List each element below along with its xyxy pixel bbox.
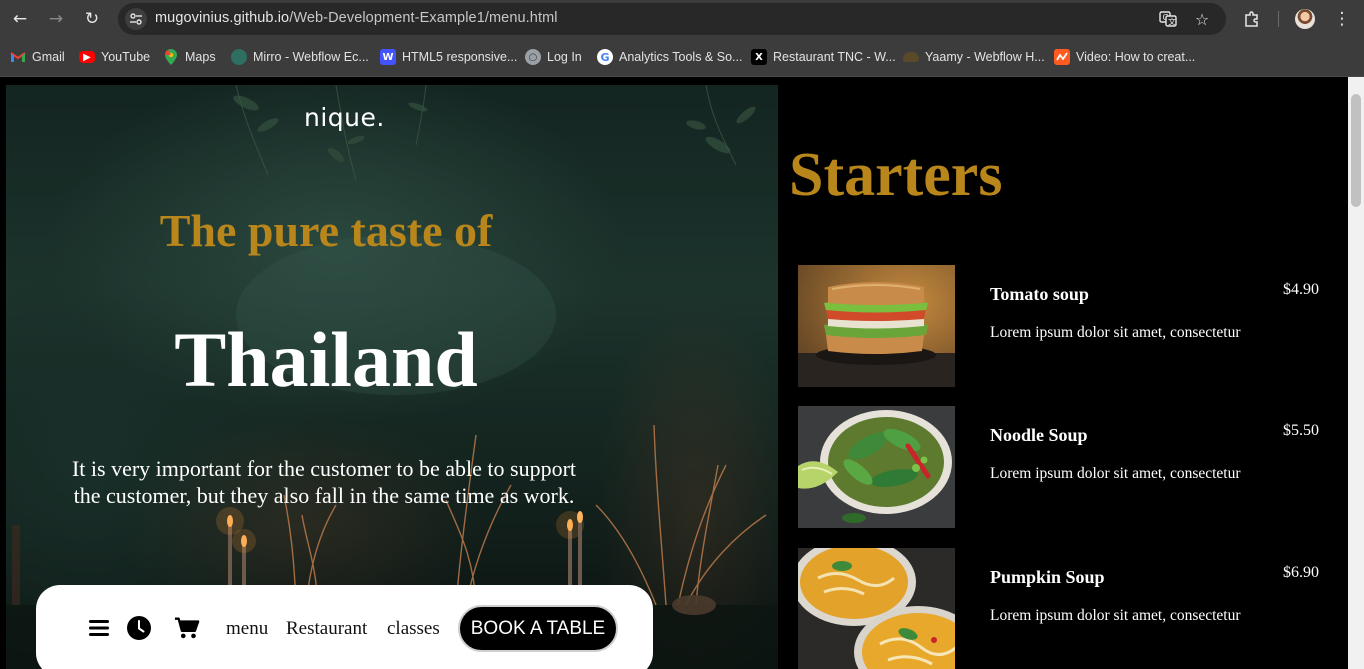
page-scrollbar[interactable]	[1348, 77, 1364, 669]
google-icon: G	[597, 49, 613, 65]
bookmark-youtube[interactable]: ▶ YouTube	[79, 47, 150, 67]
bottom-navbar: menu Restaurant classes BOOK A TABLE	[36, 585, 653, 669]
site-settings-icon[interactable]	[125, 8, 147, 30]
menu-section-heading: Starters	[789, 141, 1003, 209]
bookmark-label: Log In	[547, 50, 582, 64]
dish-name: Noodle Soup	[990, 425, 1088, 445]
bookmark-label: Video: How to creat...	[1076, 50, 1196, 64]
profile-avatar[interactable]	[1295, 9, 1315, 29]
dish-price: $6.90	[1283, 564, 1319, 581]
x-icon: X	[751, 49, 767, 65]
hamburger-menu-icon[interactable]	[86, 615, 112, 641]
url-path: /Web-Development-Example1/menu.html	[289, 10, 558, 26]
forward-arrow-icon[interactable]: →	[44, 7, 68, 31]
page-viewport: nique. The pure taste of Thailand It is …	[0, 77, 1348, 669]
bookmark-login[interactable]: ○ Log In	[525, 47, 582, 67]
video-icon	[1054, 49, 1070, 65]
hero-subtitle: The pure taste of	[159, 205, 493, 256]
bookmark-mirro[interactable]: Mirro - Webflow Ec...	[231, 47, 369, 67]
dish-name: Pumpkin Soup	[990, 567, 1105, 587]
menu-item[interactable]: Pumpkin Soup $6.90 Lorem ipsum dolor sit…	[798, 548, 1328, 669]
yaamy-icon	[903, 52, 919, 62]
nav-link-restaurant[interactable]: Restaurant	[286, 618, 367, 640]
dish-description: Lorem ipsum dolor sit amet, consectetur	[990, 324, 1241, 341]
menu-item[interactable]: Tomato soup $4.90 Lorem ipsum dolor sit …	[798, 265, 1328, 387]
youtube-icon: ▶	[79, 51, 95, 63]
dish-name: Tomato soup	[990, 284, 1089, 304]
reload-icon[interactable]: ↻	[80, 7, 104, 31]
nav-link-classes[interactable]: classes	[387, 618, 440, 640]
bookmark-label: Mirro - Webflow Ec...	[253, 50, 369, 64]
dish-image-pumpkin-soup	[798, 548, 955, 669]
dish-description: Lorem ipsum dolor sit amet, consectetur	[990, 465, 1241, 482]
dish-image-tomato-soup	[798, 265, 955, 387]
bookmark-label: Gmail	[32, 50, 65, 64]
scrollbar-thumb[interactable]	[1351, 94, 1361, 207]
bookmark-video[interactable]: Video: How to creat...	[1054, 47, 1195, 67]
toolbar-divider	[1278, 11, 1279, 27]
book-a-table-button[interactable]: BOOK A TABLE	[458, 605, 618, 652]
dish-image-noodle-soup	[798, 406, 955, 528]
maps-icon	[163, 49, 179, 65]
more-menu-icon[interactable]: ⋮	[1331, 8, 1353, 30]
bookmark-restaurant-tnc[interactable]: X Restaurant TNC - W...	[751, 47, 896, 67]
bookmark-analytics[interactable]: G Analytics Tools & So...	[597, 47, 742, 67]
back-arrow-icon[interactable]: ←	[8, 7, 32, 31]
bookmark-label: Yaamy - Webflow H...	[925, 50, 1045, 64]
bookmark-html5[interactable]: W HTML5 responsive...	[380, 47, 517, 67]
bookmark-label: Maps	[185, 50, 216, 64]
bookmark-label: YouTube	[101, 50, 151, 64]
menu-item[interactable]: Noodle Soup $5.50 Lorem ipsum dolor sit …	[798, 406, 1328, 528]
dish-price: $4.90	[1283, 281, 1319, 298]
bookmark-label: HTML5 responsive...	[402, 50, 518, 64]
bookmark-yaamy[interactable]: Yaamy - Webflow H...	[903, 47, 1045, 67]
hero-section: nique. The pure taste of Thailand It is …	[6, 85, 778, 669]
shopping-cart-icon[interactable]	[174, 615, 200, 641]
clock-icon[interactable]	[126, 615, 152, 641]
nav-link-menu[interactable]: menu	[226, 618, 268, 640]
svg-text:文: 文	[1168, 17, 1176, 27]
address-bar[interactable]: mugovinius.github.io/Web-Development-Exa…	[118, 3, 1226, 35]
mirro-icon	[231, 49, 247, 65]
hero-title: Thailand	[174, 316, 478, 403]
bookmark-label: Restaurant TNC - W...	[773, 50, 896, 64]
globe-icon: ○	[525, 49, 541, 65]
webflow-w-icon: W	[380, 49, 396, 65]
url-text[interactable]: mugovinius.github.io/Web-Development-Exa…	[155, 10, 558, 26]
url-host: mugovinius.github.io	[155, 10, 290, 26]
bookmarks-bar: Gmail ▶ YouTube Maps Mirro - Webflow Ec.…	[0, 38, 1364, 77]
bookmark-maps[interactable]: Maps	[163, 47, 216, 67]
site-logo[interactable]: nique.	[304, 103, 385, 132]
bookmark-label: Analytics Tools & So...	[619, 50, 743, 64]
browser-toolbar: ← → ↻ mugovinius.github.io/Web-Developme…	[0, 0, 1364, 38]
hero-description: It is very important for the customer to…	[71, 456, 577, 508]
translate-icon[interactable]: G文	[1158, 9, 1178, 29]
dish-price: $5.50	[1283, 422, 1319, 439]
bookmark-gmail[interactable]: Gmail	[10, 47, 65, 67]
gmail-icon	[10, 49, 26, 65]
bookmark-star-icon[interactable]: ☆	[1192, 9, 1212, 29]
dish-description: Lorem ipsum dolor sit amet, consectetur	[990, 607, 1241, 624]
extensions-icon[interactable]	[1241, 8, 1263, 30]
